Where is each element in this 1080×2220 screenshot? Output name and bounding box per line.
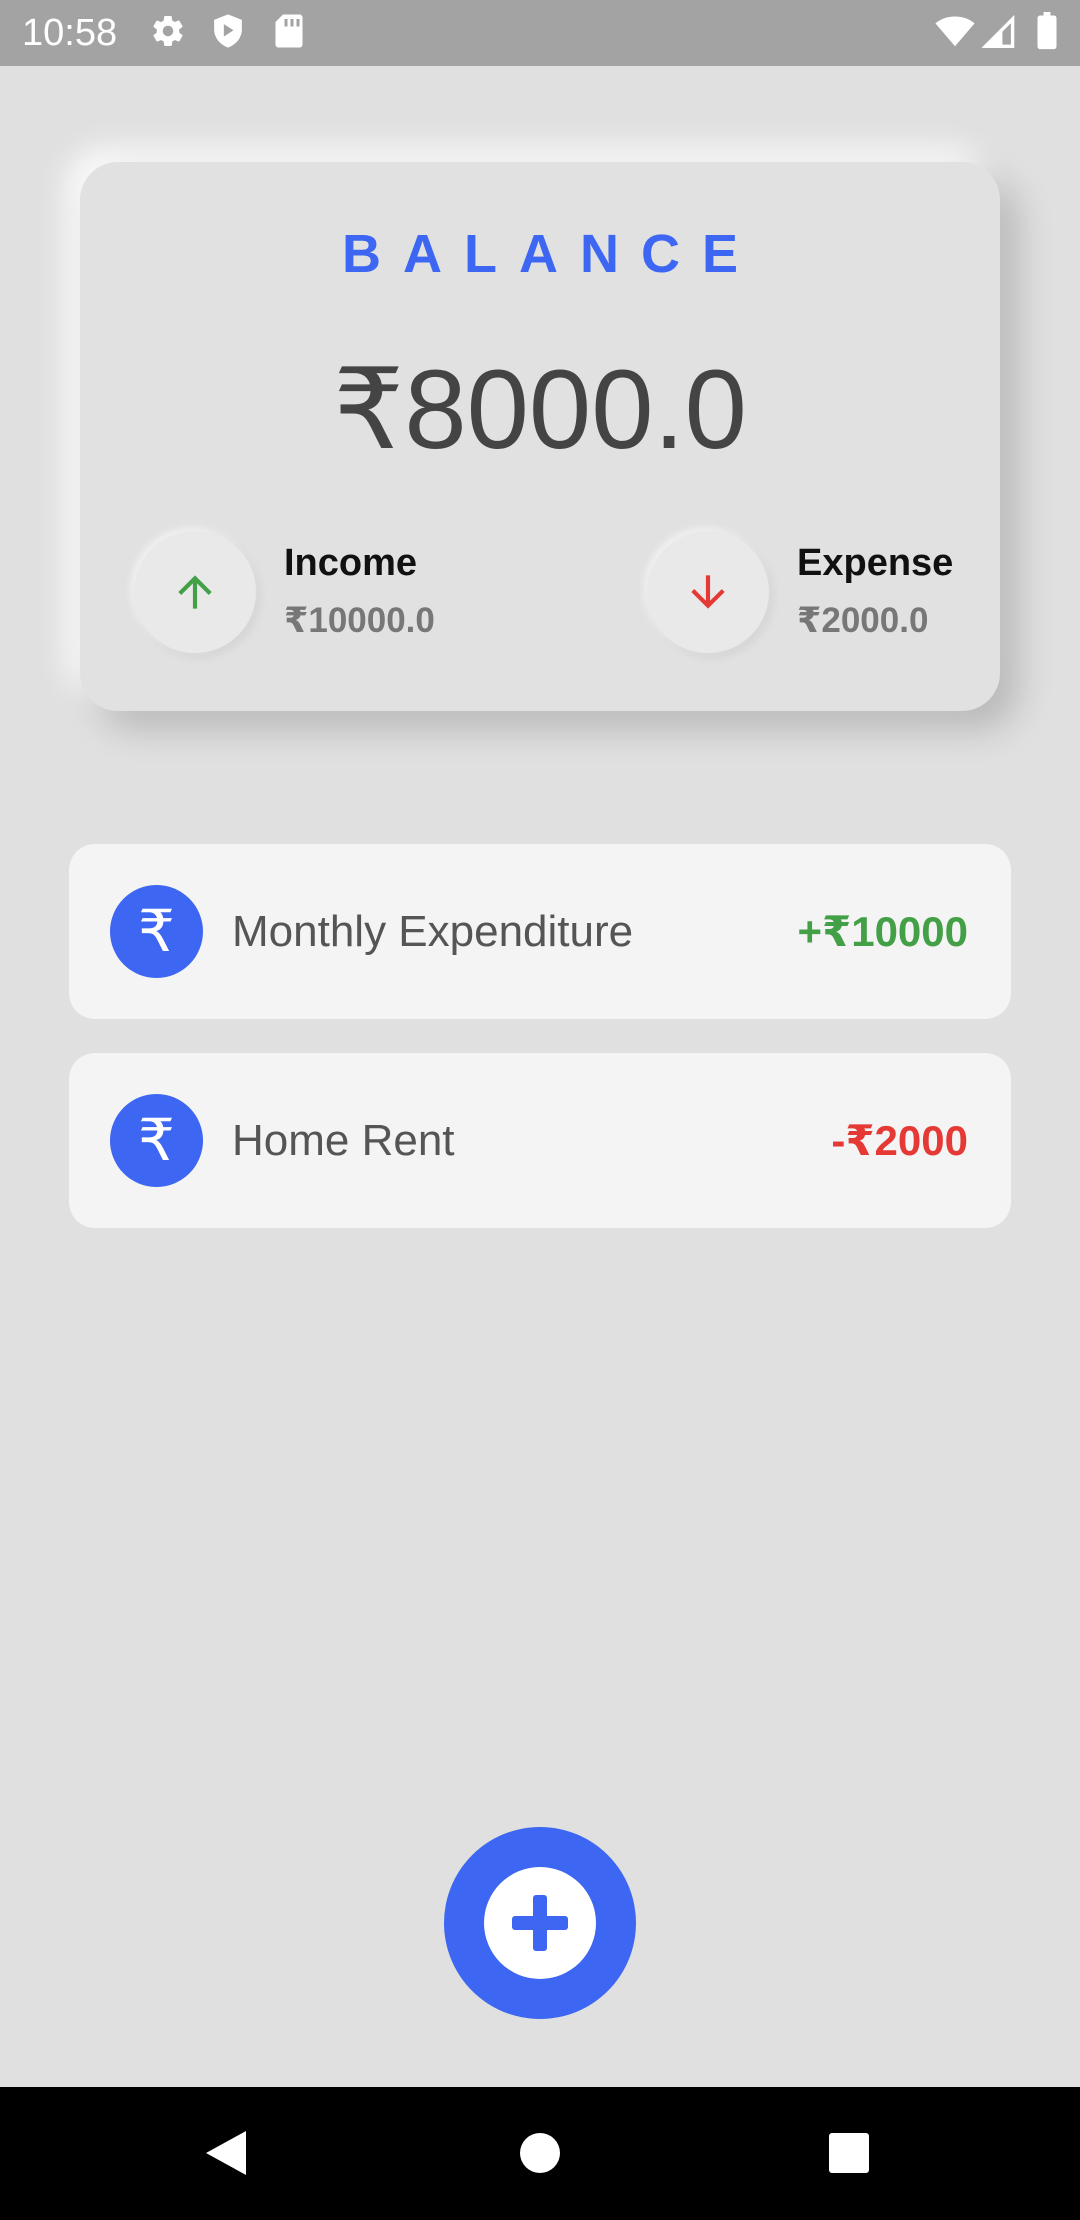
income-label: Income — [284, 542, 418, 584]
balance-title: BALANCE — [342, 224, 760, 284]
arrow-down-icon — [691, 575, 725, 609]
transaction-item[interactable]: ₹ Home Rent -₹2000 — [69, 1053, 1011, 1228]
income-icon-circle — [134, 531, 256, 653]
home-icon[interactable] — [519, 2132, 561, 2174]
balance-amount: ₹8000.0 — [333, 347, 747, 472]
back-icon[interactable] — [204, 2129, 248, 2177]
status-bar: 10:58 — [0, 0, 1080, 66]
navigation-bar — [0, 2087, 1080, 2220]
transaction-name: Monthly Expenditure — [232, 907, 634, 956]
expense-value: ₹2000.0 — [797, 601, 929, 640]
income-value: ₹10000.0 — [284, 601, 435, 640]
transaction-name: Home Rent — [232, 1116, 455, 1165]
battery-icon — [1036, 12, 1058, 50]
plus-icon — [512, 1895, 568, 1951]
transaction-amount: +₹10000 — [797, 908, 968, 955]
expense-label: Expense — [797, 542, 954, 584]
transaction-item[interactable]: ₹ Monthly Expenditure +₹10000 — [69, 844, 1011, 1019]
transaction-amount: -₹2000 — [831, 1117, 968, 1164]
gear-icon — [150, 13, 186, 49]
wifi-icon — [934, 14, 976, 48]
recents-icon[interactable] — [828, 2132, 870, 2174]
arrow-up-icon — [178, 575, 212, 609]
rupee-icon: ₹ — [110, 1094, 203, 1187]
fab-inner-circle — [484, 1867, 596, 1979]
status-time: 10:58 — [22, 12, 118, 54]
add-transaction-button[interactable] — [444, 1827, 636, 2019]
shield-icon — [211, 13, 245, 49]
expense-icon-circle — [647, 531, 769, 653]
sd-card-icon — [274, 13, 304, 49]
cell-signal-icon — [982, 14, 1016, 48]
rupee-icon: ₹ — [110, 885, 203, 978]
